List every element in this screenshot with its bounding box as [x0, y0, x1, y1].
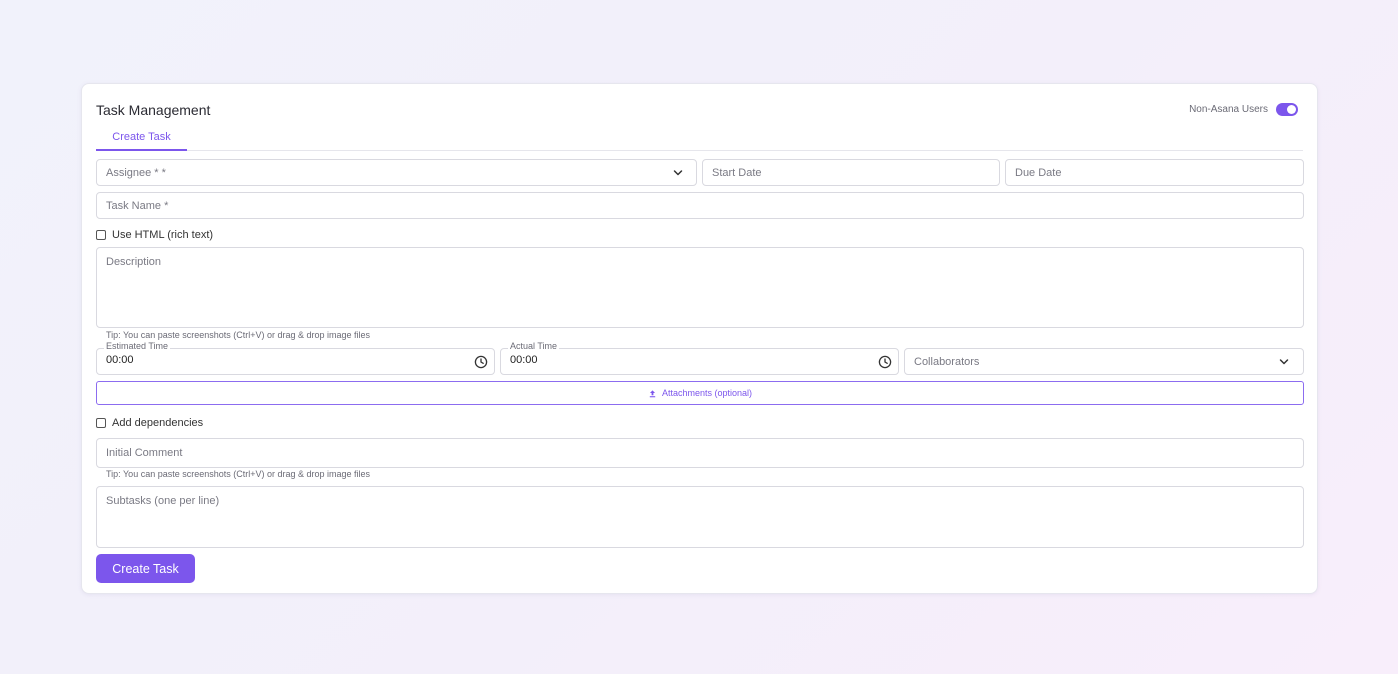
estimated-time-input[interactable]: Estimated Time 00:00 [96, 341, 495, 375]
tab-create-task[interactable]: Create Task [96, 129, 187, 151]
task-name-input[interactable]: Task Name * [96, 192, 1304, 219]
initial-comment-input[interactable]: Initial Comment [96, 438, 1304, 468]
subtasks-placeholder: Subtasks (one per line) [106, 495, 220, 507]
clock-icon[interactable] [474, 355, 488, 369]
add-dependencies-label: Add dependencies [112, 417, 204, 429]
task-name-placeholder: Task Name * [106, 200, 169, 212]
start-date-input[interactable]: Start Date [702, 159, 1000, 186]
add-dependencies-checkbox[interactable] [96, 418, 106, 428]
comment-tip: Tip: You can paste screenshots (Ctrl+V) … [106, 469, 371, 479]
due-date-placeholder: Due Date [1015, 167, 1062, 179]
start-date-placeholder: Start Date [712, 167, 762, 179]
estimated-time-value: 00:00 [106, 354, 134, 366]
page-title: Task Management [96, 102, 211, 118]
actual-time-input[interactable]: Actual Time 00:00 [500, 341, 899, 375]
actual-time-label: Actual Time [508, 341, 560, 351]
description-textarea[interactable]: Description [96, 247, 1304, 328]
use-html-checkbox[interactable] [96, 230, 106, 240]
estimated-time-label: Estimated Time [104, 341, 171, 351]
attachments-button[interactable]: Attachments (optional) [96, 381, 1304, 405]
chevron-down-icon [1279, 359, 1289, 365]
description-placeholder: Description [106, 256, 162, 268]
assignee-placeholder: Assignee * * [106, 167, 166, 179]
attachments-label: Attachments (optional) [661, 388, 753, 398]
actual-time-value: 00:00 [510, 354, 538, 366]
task-management-card: Task Management Non-Asana Users Create T… [81, 83, 1318, 594]
toggle-knob [1287, 105, 1296, 114]
non-asana-users-control: Non-Asana Users [1189, 103, 1298, 116]
subtasks-textarea[interactable]: Subtasks (one per line) [96, 486, 1304, 548]
non-asana-users-label: Non-Asana Users [1189, 104, 1268, 115]
non-asana-users-toggle[interactable] [1276, 103, 1298, 116]
due-date-input[interactable]: Due Date [1005, 159, 1304, 186]
collaborators-placeholder: Collaborators [914, 356, 980, 368]
assignee-select[interactable]: Assignee * * [96, 159, 697, 186]
use-html-option[interactable]: Use HTML (rich text) [96, 229, 213, 241]
collaborators-select[interactable]: Collaborators [904, 348, 1304, 375]
create-task-button[interactable]: Create Task [96, 554, 195, 583]
description-tip: Tip: You can paste screenshots (Ctrl+V) … [106, 330, 371, 340]
upload-icon [649, 389, 656, 397]
clock-icon[interactable] [878, 355, 892, 369]
chevron-down-icon [673, 170, 683, 176]
tab-bar: Create Task [96, 129, 1303, 151]
initial-comment-placeholder: Initial Comment [106, 447, 183, 459]
add-dependencies-option[interactable]: Add dependencies [96, 417, 203, 429]
use-html-label: Use HTML (rich text) [112, 229, 214, 241]
